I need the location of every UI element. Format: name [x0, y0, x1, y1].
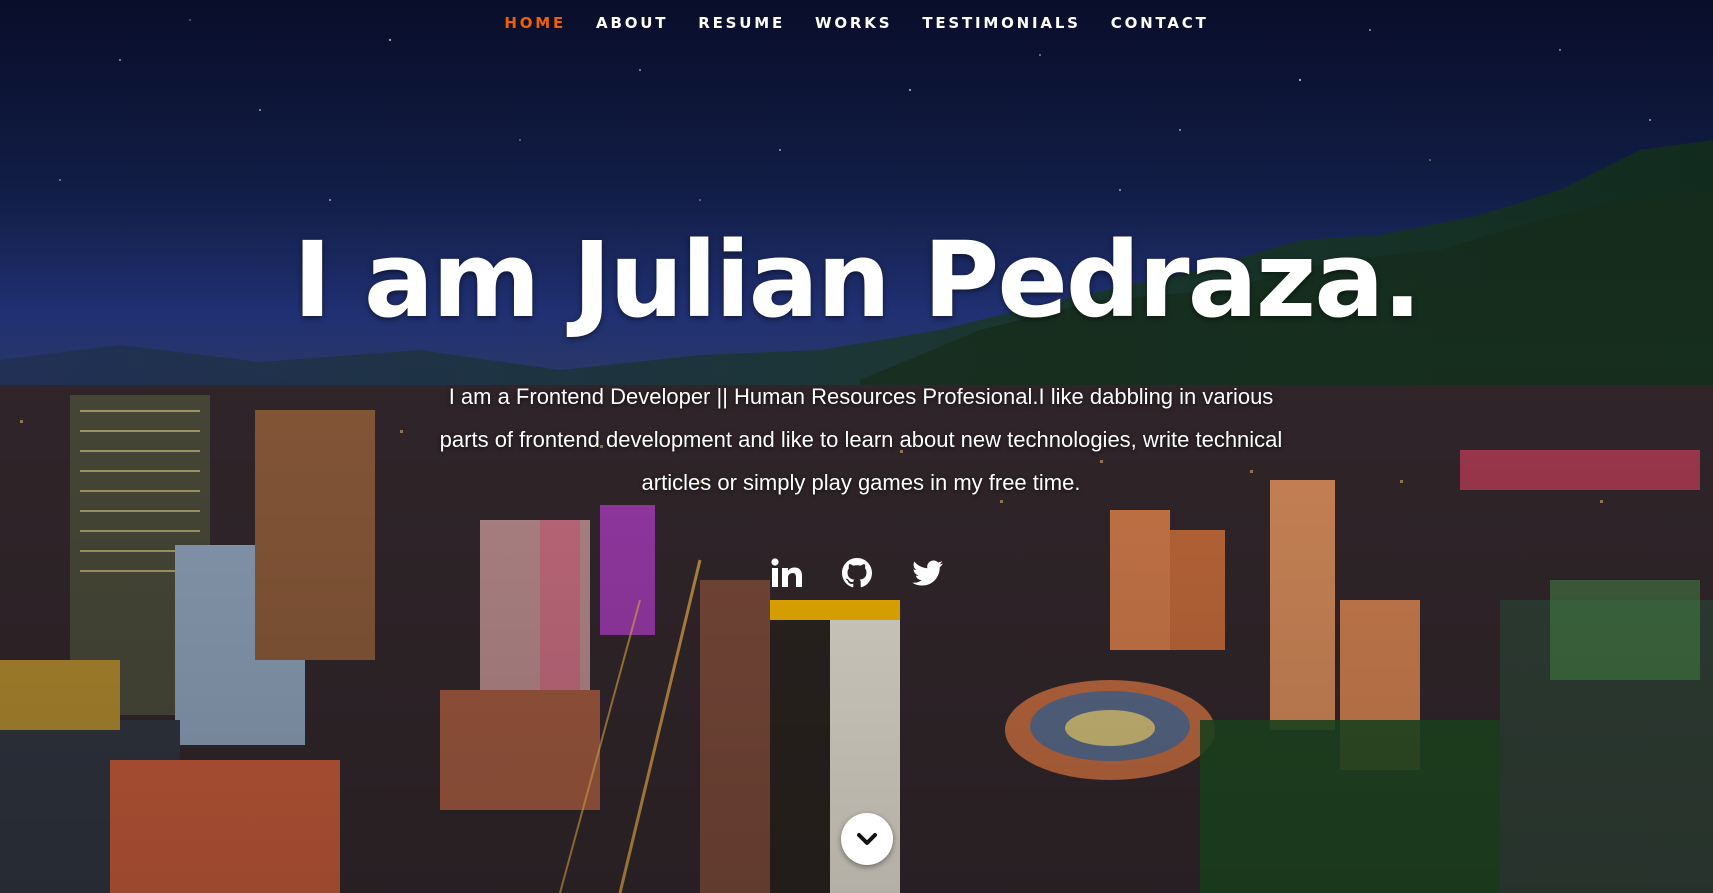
social-links: [0, 555, 1713, 591]
hero-headline: I am Julian Pedraza.: [292, 219, 1422, 341]
nav-item-about[interactable]: ABOUT: [596, 14, 668, 32]
nav-item-works[interactable]: WORKS: [815, 14, 892, 32]
scroll-down-button[interactable]: [841, 813, 893, 865]
nav-item-contact[interactable]: CONTACT: [1111, 14, 1209, 32]
linkedin-icon[interactable]: [769, 555, 805, 591]
chevron-down-icon: [857, 833, 877, 845]
main-nav: HOME ABOUT RESUME WORKS TESTIMONIALS CON…: [0, 14, 1713, 32]
twitter-icon[interactable]: [909, 555, 945, 591]
hero-intro: I am a Frontend Developer || Human Resou…: [439, 384, 1283, 495]
nav-item-home[interactable]: HOME: [504, 14, 566, 32]
github-icon[interactable]: [839, 555, 875, 591]
nav-item-testimonials[interactable]: TESTIMONIALS: [922, 14, 1080, 32]
nav-item-resume[interactable]: RESUME: [698, 14, 785, 32]
